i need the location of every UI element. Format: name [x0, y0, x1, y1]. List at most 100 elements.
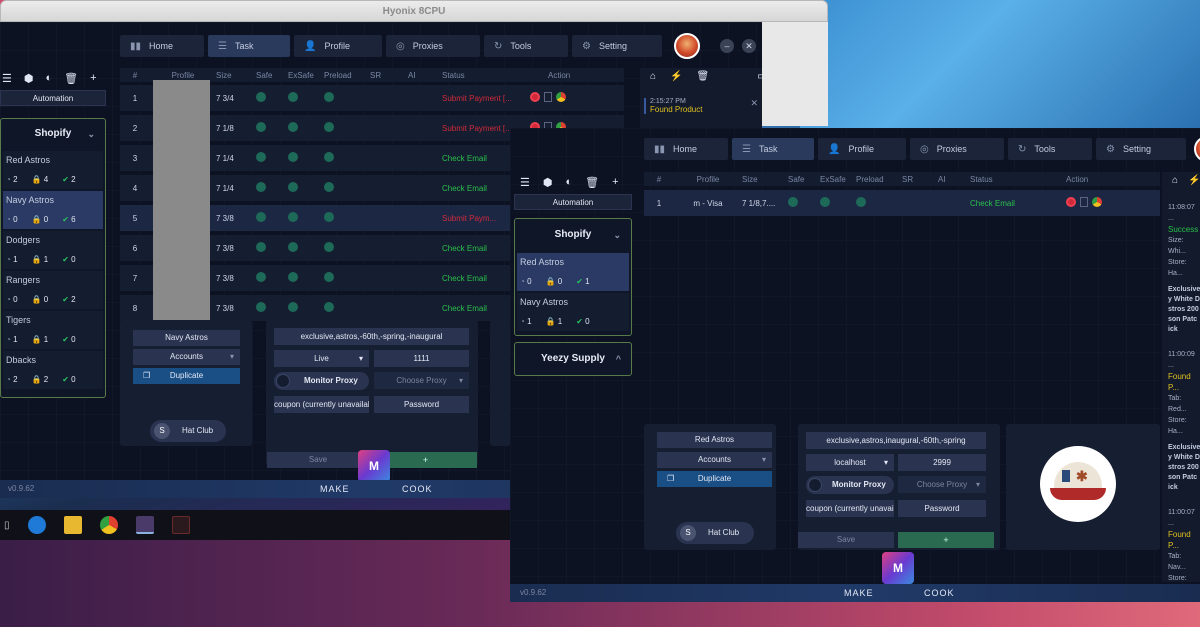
profile-select[interactable]: Navy Astros: [133, 330, 240, 346]
automation-button[interactable]: Automation: [514, 194, 632, 210]
safe-toggle[interactable]: [256, 302, 266, 312]
avatar[interactable]: [674, 33, 700, 59]
safe-toggle[interactable]: [256, 242, 266, 252]
nav-setting[interactable]: ⚙ Setting: [572, 35, 662, 57]
preload-toggle[interactable]: [324, 122, 334, 132]
profile-card[interactable]: Tigers ◔ 1 🔒 1 ✔ 0: [3, 311, 103, 349]
exsafe-toggle[interactable]: [288, 242, 298, 252]
exsafe-toggle[interactable]: [288, 272, 298, 282]
quantity-input[interactable]: 1111: [374, 350, 469, 367]
preload-toggle[interactable]: [324, 152, 334, 162]
safe-toggle[interactable]: [788, 197, 798, 207]
close-icon[interactable]: ✕: [750, 98, 758, 109]
exsafe-toggle[interactable]: [288, 122, 298, 132]
trash-icon[interactable]: 🗑: [64, 72, 78, 85]
chrome-icon[interactable]: [556, 92, 566, 102]
preload-toggle[interactable]: [324, 302, 334, 312]
automation-button[interactable]: Automation: [0, 90, 106, 106]
site-selector[interactable]: S Hat Club: [150, 420, 226, 442]
trash-icon[interactable]: [1080, 197, 1088, 207]
bolt-icon[interactable]: ⚡: [1188, 175, 1200, 186]
exsafe-toggle[interactable]: [288, 302, 298, 312]
list-icon[interactable]: ☰: [520, 176, 530, 189]
nav-proxies[interactable]: ◎ Proxies: [386, 35, 480, 57]
mode-select[interactable]: localhost ▾: [806, 454, 894, 471]
profile-card[interactable]: Dodgers ◔ 1 🔒 1 ✔ 0: [3, 231, 103, 269]
folder-icon[interactable]: [63, 516, 82, 534]
notification-card[interactable]: 2:15:27 PM Found Product ✕: [644, 98, 762, 114]
contrast-icon[interactable]: ◐: [565, 176, 572, 188]
monitor-proxy-toggle[interactable]: Monitor Proxy: [806, 476, 894, 494]
app-taskbar-icon[interactable]: [171, 516, 190, 534]
list-icon[interactable]: ☰: [2, 72, 12, 85]
coupon-input[interactable]: coupon (currently unavailable): [806, 500, 894, 517]
close-button[interactable]: ✕: [742, 39, 756, 53]
trash-icon[interactable]: 🗑: [697, 71, 710, 82]
safe-toggle[interactable]: [256, 152, 266, 162]
cube-icon[interactable]: ⬢: [24, 72, 34, 85]
exsafe-toggle[interactable]: [288, 212, 298, 222]
profile-card[interactable]: Rangers ◔ 0 🔒 0 ✔ 2: [3, 271, 103, 309]
chrome-icon[interactable]: [99, 516, 118, 534]
coupon-input[interactable]: coupon (currently unavailable): [274, 396, 369, 413]
stop-icon[interactable]: [1066, 197, 1076, 207]
discord-icon[interactable]: ▭: [757, 71, 762, 82]
preload-toggle[interactable]: [324, 272, 334, 282]
stop-icon[interactable]: [530, 92, 540, 102]
accounts-dropdown[interactable]: Accounts ▾: [133, 349, 240, 365]
exsafe-toggle[interactable]: [288, 182, 298, 192]
bolt-icon[interactable]: ⚡: [670, 71, 682, 82]
bell-icon[interactable]: ⌂: [650, 71, 656, 82]
nav-home[interactable]: ▮▮ Home: [644, 138, 728, 160]
site-selector[interactable]: S Hat Club: [676, 522, 754, 544]
trash-icon[interactable]: 🗑: [585, 176, 599, 189]
cube-icon[interactable]: ⬢: [543, 176, 553, 189]
nav-home[interactable]: ▮▮ Home: [120, 35, 204, 57]
safe-toggle[interactable]: [256, 122, 266, 132]
nav-task[interactable]: ☰ Task: [208, 35, 290, 57]
chrome-icon[interactable]: [1092, 197, 1102, 207]
profile-card[interactable]: Navy Astros ◔ 0 🔒 0 ✔ 6: [3, 191, 103, 229]
group-title[interactable]: Shopify ⌄: [515, 219, 631, 251]
safe-toggle[interactable]: [256, 212, 266, 222]
trash-icon[interactable]: [544, 92, 552, 102]
monitor-proxy-toggle[interactable]: Monitor Proxy: [274, 372, 369, 390]
preload-toggle[interactable]: [324, 212, 334, 222]
safe-toggle[interactable]: [256, 272, 266, 282]
nav-task[interactable]: ☰ Task: [732, 138, 814, 160]
plus-icon[interactable]: +: [90, 72, 96, 84]
save-button[interactable]: Save: [267, 452, 369, 468]
choose-proxy-select[interactable]: Choose Proxy ▾: [374, 372, 469, 389]
save-button[interactable]: Save: [798, 532, 894, 548]
makecook-taskbar-icon[interactable]: [135, 516, 154, 534]
exsafe-toggle[interactable]: [288, 152, 298, 162]
nav-setting[interactable]: ⚙ Setting: [1096, 138, 1186, 160]
notification-card[interactable]: 11:00:09 ... Found P... Tab: Red... Store: …: [1168, 349, 1200, 493]
table-row[interactable]: 1 m - Visa 7 1/8,7.... Check Email: [644, 190, 1160, 216]
safe-toggle[interactable]: [256, 182, 266, 192]
duplicate-button[interactable]: ❐ Duplicate: [133, 368, 240, 384]
remote-window-titlebar[interactable]: Hyonix 8CPU: [0, 0, 828, 22]
contrast-icon[interactable]: ◐: [45, 72, 52, 84]
exsafe-toggle[interactable]: [820, 197, 830, 207]
safe-toggle[interactable]: [256, 92, 266, 102]
nav-tools[interactable]: ↻ Tools: [484, 35, 568, 57]
nav-tools[interactable]: ↻ Tools: [1008, 138, 1092, 160]
profile-card[interactable]: Red Astros ◔ 0 🔒 0 ✔ 1: [517, 253, 629, 291]
quantity-input[interactable]: 2999: [898, 454, 986, 471]
preload-toggle[interactable]: [324, 242, 334, 252]
profile-card[interactable]: Navy Astros ◔ 1 🔒 1 ✔ 0: [517, 293, 629, 331]
mode-select[interactable]: Live ▾: [274, 350, 369, 367]
minimize-button[interactable]: –: [720, 39, 734, 53]
choose-proxy-select[interactable]: Choose Proxy ▾: [898, 476, 986, 493]
accounts-dropdown[interactable]: Accounts ▾: [657, 452, 772, 468]
password-input[interactable]: Password: [374, 396, 469, 413]
add-task-button[interactable]: +: [898, 532, 994, 548]
keywords-input[interactable]: exclusive,astros,-60th,-spring,-inaugura…: [274, 328, 469, 345]
task-view-icon[interactable]: ▯: [4, 520, 10, 531]
preload-toggle[interactable]: [324, 92, 334, 102]
profile-select[interactable]: Red Astros: [657, 432, 772, 448]
plus-icon[interactable]: +: [612, 176, 618, 188]
profile-card[interactable]: Red Astros ◔ 2 🔒 4 ✔ 2: [3, 151, 103, 189]
preload-toggle[interactable]: [856, 197, 866, 207]
